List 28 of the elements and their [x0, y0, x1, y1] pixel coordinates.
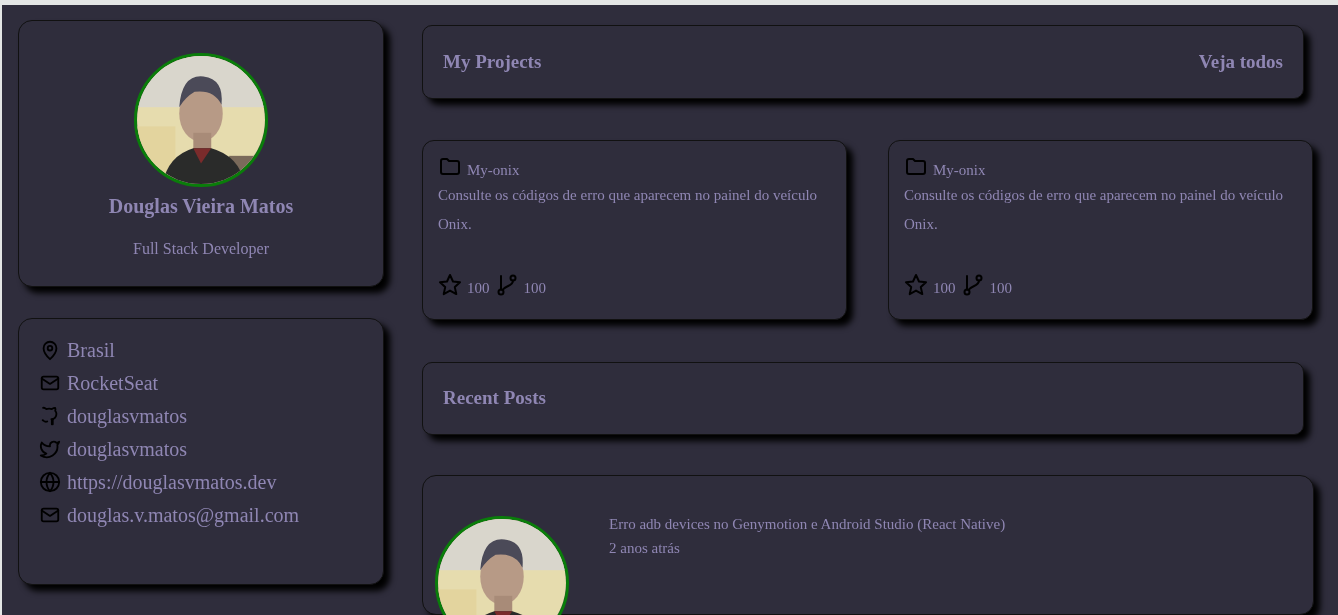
contact-text: douglas.v.matos@gmail.com: [67, 504, 300, 526]
project-description: Consulte os códigos de erro que aparecem no painel do veículo Onix.: [438, 185, 819, 234]
post-time: 2 anos atrás: [609, 539, 681, 558]
post-title: Erro adb devices no Genymotion e Android Studio (React Native): [609, 515, 1006, 534]
contact-text: Brasil: [67, 339, 115, 361]
project-card[interactable]: My-onix Consulte os códigos de erro que aparecem no painel do veículo Onix. 100 100: [888, 139, 1313, 320]
star-icon: [438, 272, 462, 297]
fork-count: 100: [989, 279, 1012, 297]
bird-icon: [39, 438, 61, 460]
section-title: My Projects: [443, 50, 542, 73]
project-card[interactable]: My-onix Consulte os códigos de erro que aparecem no painel do veículo Onix. 100 100: [422, 139, 847, 320]
star-icon: [904, 272, 928, 297]
contact-text: douglasvmatos: [67, 438, 187, 460]
contact-text: https://douglasvmatos.dev: [67, 471, 277, 493]
project-name: My-onix: [467, 161, 520, 179]
star-count: 100: [933, 279, 956, 297]
star-count: 100: [467, 279, 490, 297]
section-title: Recent Posts: [443, 387, 546, 410]
post-card[interactable]: Erro adb devices no Genymotion e Android Studio (React Native) 2 anos atrás: [422, 475, 1314, 615]
fork-count: 100: [523, 279, 546, 297]
contact-text: douglasvmatos: [67, 405, 187, 427]
see-all-link[interactable]: Veja todos: [1198, 50, 1283, 73]
contact-text: RocketSeat: [67, 372, 159, 394]
globe-icon: [39, 471, 61, 493]
profile-role: Full Stack Developer: [133, 240, 269, 258]
project-description: Consulte os códigos de erro que aparecem no painel do veículo Onix.: [904, 185, 1285, 234]
profile-name: Douglas Vieira Matos: [108, 195, 294, 218]
project-name: My-onix: [933, 161, 986, 179]
